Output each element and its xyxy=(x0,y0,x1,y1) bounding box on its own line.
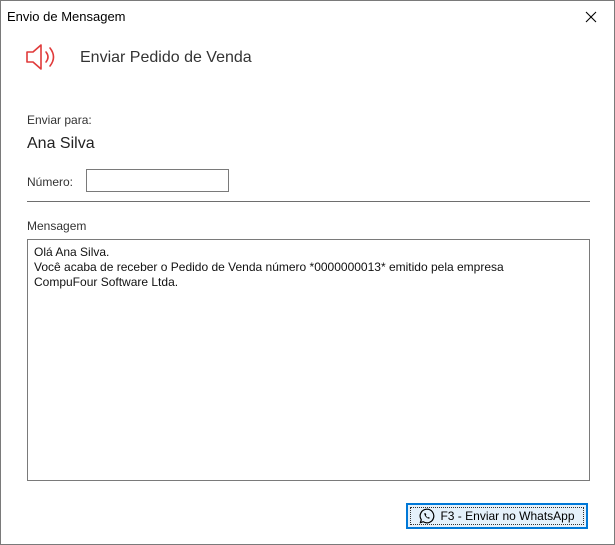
header-title: Enviar Pedido de Venda xyxy=(80,49,252,66)
dialog-header: Enviar Pedido de Venda xyxy=(1,32,614,87)
title-bar: Envio de Mensagem xyxy=(1,1,614,32)
dialog-window: Envio de Mensagem Enviar Pedido de Venda… xyxy=(0,0,615,545)
message-line: CompuFour Software Ltda. xyxy=(34,275,179,289)
message-textarea[interactable]: Olá Ana Silva. Você acaba de receber o P… xyxy=(27,239,590,481)
close-icon xyxy=(585,11,597,22)
send-whatsapp-label: F3 - Enviar no WhatsApp xyxy=(440,509,575,523)
recipient-label: Enviar para: xyxy=(27,113,92,127)
close-button[interactable] xyxy=(568,1,614,32)
send-whatsapp-button[interactable]: F3 - Enviar no WhatsApp xyxy=(406,503,588,529)
speaker-icon xyxy=(26,44,55,70)
recipient-name: Ana Silva xyxy=(27,135,95,152)
message-label: Mensagem xyxy=(27,219,87,233)
whatsapp-icon xyxy=(420,508,435,524)
message-line: Olá Ana Silva. xyxy=(34,245,110,259)
numero-input[interactable] xyxy=(86,169,229,192)
message-line: Você acaba de receber o Pedido de Venda … xyxy=(34,260,504,274)
separator xyxy=(27,201,590,202)
numero-label: Número: xyxy=(27,175,74,189)
window-title: Envio de Mensagem xyxy=(7,9,126,24)
